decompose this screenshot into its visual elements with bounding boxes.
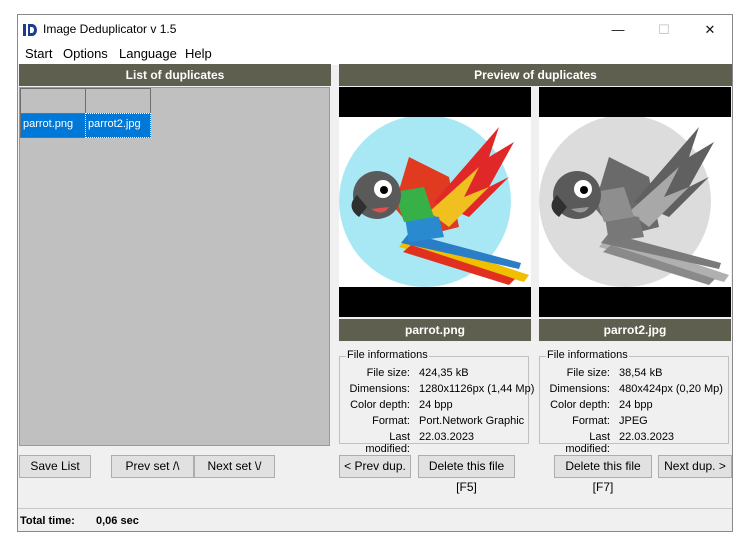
color-depth-value: 24 bpp	[619, 399, 653, 411]
format-value: Port.Network Graphic	[419, 415, 525, 427]
info-title: File informations	[346, 349, 429, 361]
left-file-info: File informations File size: 424,35 kB D…	[339, 349, 534, 455]
file-size-value: 38,54 kB	[619, 367, 663, 379]
total-time-label: Total time:	[20, 515, 75, 527]
prev-set-button[interactable]: Prev set /\	[111, 455, 194, 478]
file-size-label: File size:	[366, 367, 410, 379]
preview-image-left	[339, 87, 531, 317]
dimensions-label: Dimensions:	[349, 383, 410, 395]
right-file-info: File informations File size: 38,54 kB Di…	[539, 349, 729, 455]
duplicates-list-header: List of duplicates	[19, 64, 331, 86]
duplicates-list[interactable]: parrot.png parrot2.jpg	[19, 87, 330, 446]
file-size-value: 424,35 kB	[419, 367, 469, 379]
app-logo-icon	[22, 22, 38, 38]
window-title: Image Deduplicator v 1.5	[43, 22, 177, 36]
file-name: parrot.png	[23, 118, 74, 130]
next-set-button[interactable]: Next set \/	[194, 455, 275, 478]
last-modified-value: 22.03.2023	[619, 431, 675, 443]
file-size-label: File size:	[566, 367, 610, 379]
list-item[interactable]: parrot2.jpg	[85, 113, 151, 138]
dimensions-label: Dimensions:	[549, 383, 610, 395]
format-label: Format:	[372, 415, 410, 427]
left-image-caption: parrot.png	[339, 319, 531, 341]
next-dup-button[interactable]: Next dup. >	[658, 455, 732, 478]
dimensions-value: 480x424px (0,20 Mp)	[619, 383, 723, 395]
file-name: parrot2.jpg	[88, 118, 141, 130]
menu-help[interactable]: Help	[185, 46, 212, 61]
info-title: File informations	[546, 349, 629, 361]
delete-left-file-button[interactable]: Delete this file [F5]	[418, 455, 515, 494]
grid-header-cell	[20, 88, 86, 114]
last-modified-value: 22.03.2023	[419, 431, 475, 443]
list-item[interactable]: parrot.png	[20, 113, 86, 138]
status-bar: Total time: 0,06 sec	[18, 508, 732, 532]
menu-start[interactable]: Start	[25, 46, 52, 61]
letterbox-top	[339, 87, 531, 117]
parrot-image	[339, 117, 529, 287]
menu-bar: Start Options Language Help	[18, 45, 732, 65]
delete-right-file-button[interactable]: Delete this file [F7]	[554, 455, 652, 494]
maximize-button[interactable]: ☐	[641, 15, 687, 45]
letterbox-bottom	[339, 287, 531, 317]
format-label: Format:	[572, 415, 610, 427]
title-bar[interactable]: Image Deduplicator v 1.5 — ☐ ✕	[18, 15, 732, 45]
letterbox-bottom	[539, 287, 731, 317]
format-value: JPEG	[619, 415, 648, 427]
color-depth-label: Color depth:	[350, 399, 410, 411]
close-button[interactable]: ✕	[687, 15, 733, 45]
dimensions-value: 1280x1126px (1,44 Mp)	[419, 383, 535, 395]
right-image-caption: parrot2.jpg	[539, 319, 731, 341]
preview-image-right	[539, 87, 731, 317]
prev-dup-button[interactable]: < Prev dup.	[339, 455, 411, 478]
preview-header: Preview of duplicates	[339, 64, 732, 86]
grid-header-cell	[85, 88, 151, 114]
save-list-button[interactable]: Save List	[19, 455, 91, 478]
parrot-image	[539, 117, 729, 287]
minimize-button[interactable]: —	[595, 15, 641, 45]
total-time-value: 0,06 sec	[96, 515, 139, 527]
last-modified-label: Last modified:	[565, 431, 610, 455]
app-window: Image Deduplicator v 1.5 — ☐ ✕ Start Opt…	[17, 14, 733, 532]
color-depth-label: Color depth:	[550, 399, 610, 411]
menu-options[interactable]: Options	[63, 46, 108, 61]
color-depth-value: 24 bpp	[419, 399, 453, 411]
menu-language[interactable]: Language	[119, 46, 177, 61]
letterbox-top	[539, 87, 731, 117]
last-modified-label: Last modified:	[365, 431, 410, 455]
